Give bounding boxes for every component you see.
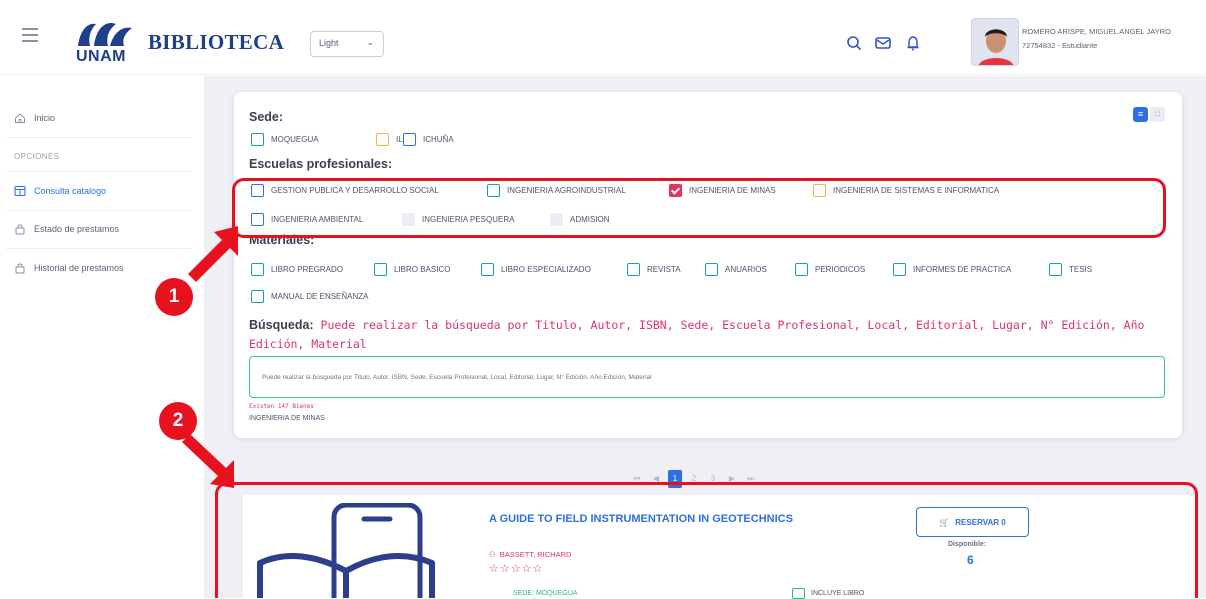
material-checkbox[interactable]: LIBRO PREGRADO (251, 263, 343, 276)
checkbox-label: ANUARIOS (725, 265, 767, 274)
checkbox-label: LIBRO PREGRADO (271, 265, 344, 274)
sede-title: Sede: (249, 110, 284, 124)
grid-view-icon[interactable]: ∷ (1150, 107, 1165, 122)
sede-checkbox-ichuna[interactable]: ICHUÑA (403, 133, 454, 146)
material-checkbox[interactable]: INFORMES DE PRACTICA (893, 263, 1011, 276)
sidebar-item-label: Estado de prestamos (34, 224, 120, 234)
theme-select[interactable]: Light ⌄ (310, 31, 384, 57)
checkbox-label: INFORMES DE PRACTICA (913, 265, 1012, 274)
checkbox-label: LIBRO ESPECIALIZADO (501, 265, 591, 274)
search-input[interactable] (249, 356, 1165, 398)
sidebar-divider (6, 137, 192, 138)
checkbox-label: MOQUEGUA (271, 135, 319, 144)
home-icon (15, 113, 25, 123)
checkbox-label: REVISTA (647, 265, 681, 274)
material-checkbox[interactable]: LIBRO ESPECIALIZADO (481, 263, 591, 276)
sidebar-item-label: Consulta catalogo (34, 186, 107, 196)
checkbox-box[interactable] (1049, 263, 1062, 276)
annotation-badge-2: 2 (159, 402, 197, 440)
material-checkbox[interactable]: REVISTA (627, 263, 681, 276)
selected-school: INGENIERIA DE MINAS (249, 415, 325, 422)
sidebar-divider (6, 171, 192, 172)
checkbox-label: TESIS (1069, 265, 1093, 274)
material-checkbox[interactable]: LIBRO BASICO (374, 263, 450, 276)
sidebar-item-estado-prestamos[interactable]: Estado de prestamos (14, 223, 119, 235)
annotation-badge-1: 1 (155, 278, 193, 316)
view-toggle: ≡ ∷ (1133, 107, 1165, 122)
user-name: ROMERO ARISPE, MIGUEL ANGEL JAYRO (1022, 27, 1171, 36)
lock-icon (15, 224, 25, 235)
checkbox-box[interactable] (403, 133, 416, 146)
checkbox-label: LIBRO BASICO (394, 265, 451, 274)
theme-select-value: Light (319, 38, 339, 48)
sidebar-item-label: Inicio (34, 113, 56, 123)
material-checkbox[interactable]: TESIS (1049, 263, 1092, 276)
sidebar-item-inicio[interactable]: Inicio (14, 112, 55, 124)
mail-icon[interactable] (874, 34, 892, 52)
checkbox-box[interactable] (795, 263, 808, 276)
checkbox-box[interactable] (251, 263, 264, 276)
sidebar-item-historial-prestamos[interactable]: Historial de prestamos (14, 262, 124, 274)
menu-icon[interactable] (22, 28, 38, 46)
checkbox-box[interactable] (374, 263, 387, 276)
top-bar: UNAM BIBLIOTECA Light ⌄ ROMERO ARISPE, M… (0, 0, 1206, 75)
checkbox-box[interactable] (251, 133, 264, 146)
search-hint-text: Puede realizar la búsqueda por Titulo, A… (249, 318, 1145, 351)
material-checkbox[interactable]: PERIODICOS (795, 263, 865, 276)
annotation-box-2 (215, 482, 1198, 598)
user-role: 72754832 - Estudiante (1022, 41, 1098, 50)
annotation-box-1 (232, 178, 1166, 238)
sidebar-section-title: OPCIONES (14, 152, 60, 161)
annotation-arrow-2-icon (182, 434, 234, 488)
checkbox-box[interactable] (251, 290, 264, 303)
search-hint: Búsqueda: Puede realizar la búsqueda por… (249, 316, 1149, 354)
checkbox-label: ICHUÑA (423, 135, 454, 144)
catalog-icon (14, 185, 26, 197)
list-view-icon[interactable]: ≡ (1133, 107, 1148, 122)
unam-logo: UNAM (74, 18, 136, 68)
material-checkbox[interactable]: MANUAL DE ENSEÑANZA (251, 290, 369, 303)
result-count: Existen 147 Bienes (249, 403, 315, 410)
lock-icon (15, 263, 25, 274)
avatar[interactable] (971, 18, 1019, 66)
checkbox-box[interactable] (705, 263, 718, 276)
sidebar-divider (6, 248, 192, 249)
logo-text: UNAM (76, 48, 126, 65)
annotation-arrow-1-icon (188, 226, 238, 282)
sede-checkbox-moquegua[interactable]: MOQUEGUA (251, 133, 319, 146)
sidebar-item-label: Historial de prestamos (34, 263, 124, 273)
bell-icon[interactable] (904, 34, 922, 52)
checkbox-box[interactable] (481, 263, 494, 276)
checkbox-box[interactable] (376, 133, 389, 146)
search-label: Búsqueda: (249, 318, 314, 332)
checkbox-box[interactable] (893, 263, 906, 276)
checkbox-label: MANUAL DE ENSEÑANZA (271, 292, 369, 301)
avatar-portrait-icon (972, 19, 1018, 65)
logo-mark-icon (78, 22, 132, 46)
escuelas-title: Escuelas profesionales: (249, 157, 393, 171)
sidebar-divider (6, 210, 192, 211)
material-checkbox[interactable]: ANUARIOS (705, 263, 767, 276)
chevron-down-icon: ⌄ (366, 37, 374, 47)
brand-title: BIBLIOTECA (148, 30, 285, 54)
sidebar-item-consulta-catalogo[interactable]: Consulta catalogo (14, 185, 106, 197)
checkbox-label: PERIODICOS (815, 265, 866, 274)
checkbox-box[interactable] (627, 263, 640, 276)
search-icon[interactable] (845, 34, 863, 52)
